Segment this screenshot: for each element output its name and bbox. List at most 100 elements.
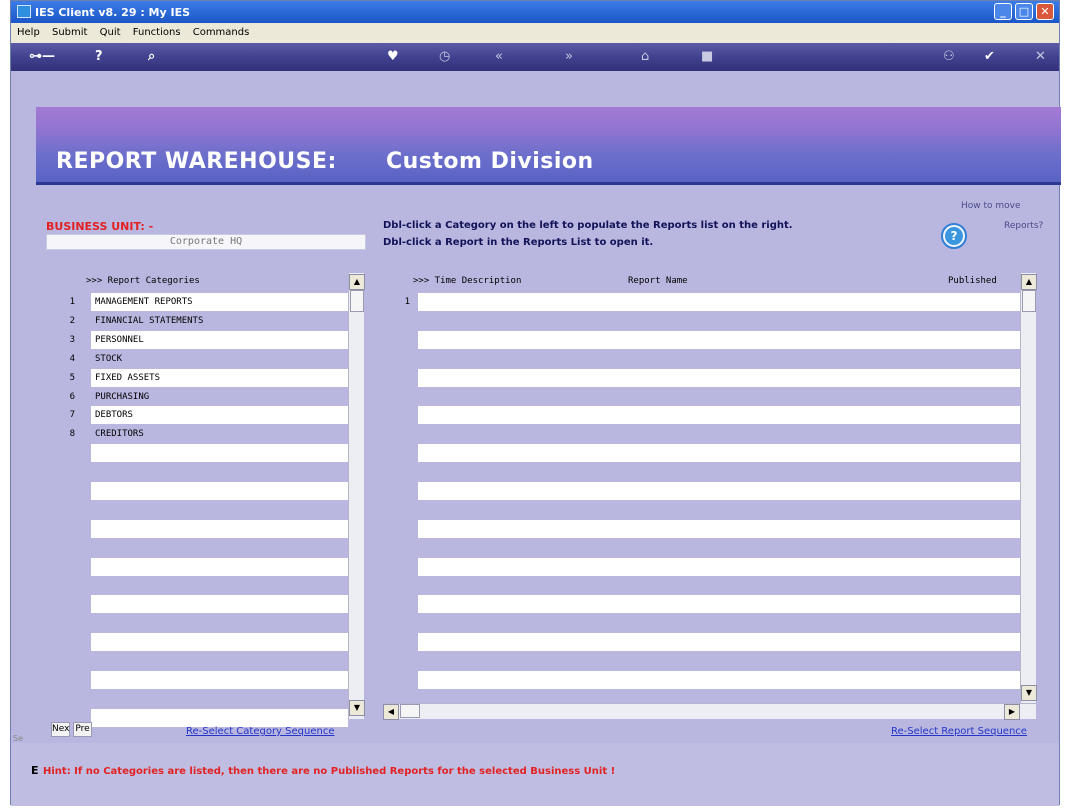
question-icon: ? (945, 227, 963, 245)
category-row[interactable] (91, 633, 348, 652)
scroll-left-icon[interactable]: ◀ (383, 704, 399, 720)
hscroll-thumb[interactable] (400, 704, 420, 718)
category-row[interactable]: 2 FINANCIAL STATEMENTS (70, 311, 348, 330)
next-button[interactable]: Nex (51, 722, 70, 737)
col-time-description[interactable]: >>> Time Description (413, 273, 613, 290)
category-row[interactable] (91, 652, 348, 671)
col-report-name[interactable]: Report Name (628, 273, 828, 290)
row-number: 7 (69, 410, 75, 421)
scroll-thumb[interactable] (350, 290, 364, 312)
report-row[interactable] (418, 311, 1020, 330)
heart-icon[interactable]: ♥ (387, 49, 399, 64)
category-row[interactable]: 7 DEBTORS (70, 406, 348, 425)
menu-quit[interactable]: Quit (100, 27, 121, 38)
fold-icon[interactable]: ⌂ (641, 49, 649, 64)
row-number: 1 (404, 297, 410, 307)
category-row[interactable] (91, 708, 348, 727)
category-name: CREDITORS (95, 429, 144, 440)
scroll-thumb[interactable] (1022, 290, 1036, 312)
category-row[interactable] (91, 500, 348, 519)
minimize-icon[interactable]: _ (994, 3, 1012, 20)
clock-icon[interactable]: ◷ (439, 49, 450, 64)
category-row[interactable] (91, 689, 348, 708)
forward-icon[interactable]: » (565, 49, 573, 64)
category-row[interactable] (91, 595, 348, 614)
report-row[interactable] (418, 444, 1020, 463)
report-row[interactable]: 1 (405, 293, 1020, 311)
category-row[interactable]: 6 PURCHASING (70, 387, 348, 406)
scroll-down-icon[interactable]: ▼ (1021, 685, 1037, 701)
scroll-up-icon[interactable]: ▲ (1021, 274, 1037, 290)
report-row[interactable] (418, 330, 1020, 349)
hint-text: Hint: If no Categories are listed, then … (43, 766, 616, 777)
report-row[interactable] (418, 519, 1020, 538)
report-row[interactable] (418, 500, 1020, 519)
category-row[interactable] (91, 614, 348, 633)
category-row[interactable] (91, 444, 348, 463)
stop-icon[interactable]: ■ (701, 49, 713, 64)
window-title: IES Client v8. 29 : My IES (35, 6, 191, 19)
report-row[interactable] (418, 349, 1020, 368)
category-row[interactable] (91, 576, 348, 595)
category-row[interactable] (91, 671, 348, 689)
scroll-up-icon[interactable]: ▲ (349, 274, 365, 290)
category-row[interactable] (91, 557, 348, 576)
category-name: FINANCIAL STATEMENTS (95, 315, 204, 326)
report-row[interactable] (418, 406, 1020, 425)
page-subtitle: Custom Division (386, 149, 594, 174)
report-row[interactable] (418, 614, 1020, 633)
app-icon (17, 5, 31, 18)
how-to-help-button[interactable]: ? (941, 223, 967, 249)
category-name: MANAGEMENT REPORTS (95, 297, 193, 307)
report-row[interactable] (418, 368, 1020, 387)
spacer (11, 71, 1059, 107)
category-row[interactable]: 4 STOCK (70, 349, 348, 368)
category-name: STOCK (95, 353, 123, 364)
close-icon[interactable]: ✕ (1035, 49, 1046, 64)
business-unit-label: BUSINESS UNIT: - (46, 220, 154, 233)
reports-hscrollbar[interactable]: ◀ ▶ (383, 703, 1036, 720)
help-icon[interactable]: ? (95, 49, 103, 64)
report-row[interactable] (418, 633, 1020, 652)
col-published[interactable]: Published (948, 273, 1018, 290)
report-row[interactable] (418, 671, 1020, 689)
prev-button[interactable]: Pre (73, 722, 92, 737)
reports-scrollbar[interactable]: ▲ ▼ (1020, 273, 1037, 703)
reselect-category-link[interactable]: Re-Select Category Sequence (186, 726, 334, 737)
report-row[interactable] (418, 425, 1020, 444)
categories-scrollbar[interactable]: ▲ ▼ (348, 273, 365, 719)
scroll-right-icon[interactable]: ▶ (1004, 704, 1020, 720)
report-row[interactable] (418, 652, 1020, 671)
window-close-icon[interactable]: ✕ (1036, 3, 1054, 20)
reselect-report-link[interactable]: Re-Select Report Sequence (891, 726, 1027, 737)
check-icon[interactable]: ✔ (984, 49, 995, 64)
category-row[interactable] (91, 538, 348, 557)
report-row[interactable] (418, 387, 1020, 406)
menu-functions[interactable]: Functions (133, 27, 181, 38)
report-row[interactable] (418, 482, 1020, 500)
menu-submit[interactable]: Submit (52, 27, 87, 38)
category-row[interactable]: 5 FIXED ASSETS (70, 368, 348, 387)
scroll-down-icon[interactable]: ▼ (349, 700, 365, 716)
category-row[interactable] (91, 463, 348, 482)
report-row[interactable] (418, 576, 1020, 595)
link-icon[interactable]: ⚇ (943, 49, 955, 64)
app-window: IES Client v8. 29 : My IES _ □ ✕ Help Su… (10, 0, 1061, 806)
report-row[interactable] (418, 538, 1020, 557)
report-row[interactable] (418, 463, 1020, 482)
category-row[interactable]: 1 MANAGEMENT REPORTS (70, 293, 348, 311)
category-row[interactable]: 8 CREDITORS (70, 425, 348, 444)
business-unit-field[interactable]: Corporate HQ (46, 234, 366, 250)
row-number: 3 (69, 334, 75, 345)
report-row[interactable] (418, 557, 1020, 576)
rewind-icon[interactable]: « (495, 49, 503, 64)
category-row[interactable] (91, 519, 348, 538)
key-icon[interactable]: ⊶— (29, 49, 55, 64)
search-icon[interactable]: ⌕ (148, 49, 155, 64)
menu-commands[interactable]: Commands (193, 27, 250, 38)
maximize-icon[interactable]: □ (1015, 3, 1033, 20)
category-row[interactable]: 3 PERSONNEL (70, 330, 348, 349)
category-row[interactable] (91, 482, 348, 500)
report-row[interactable] (418, 595, 1020, 614)
menu-help[interactable]: Help (17, 27, 40, 38)
